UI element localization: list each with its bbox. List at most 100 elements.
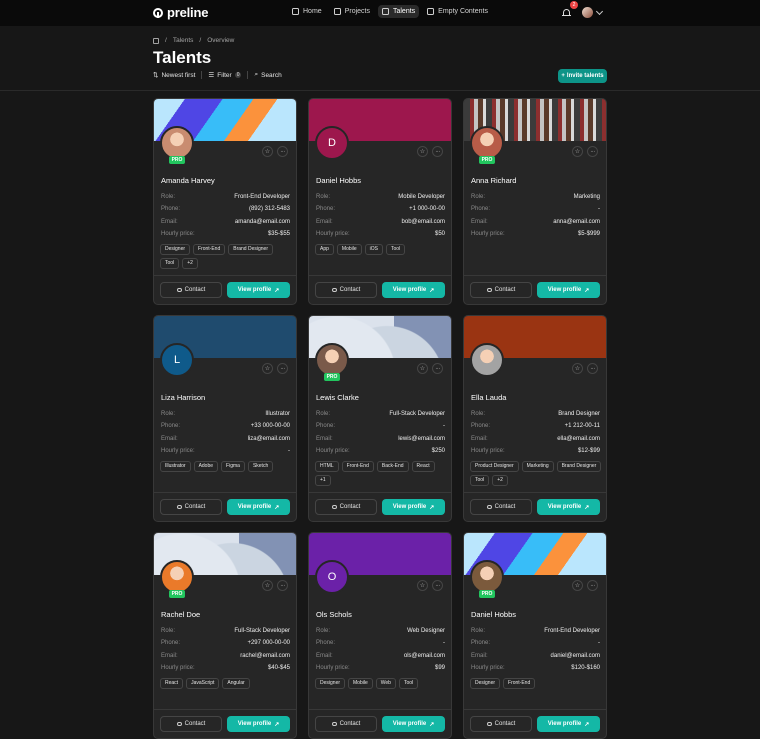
email-value[interactable]: rachel@email.com (240, 650, 290, 662)
star-icon[interactable]: ☆ (572, 146, 583, 157)
contact-button[interactable]: Contact (470, 716, 532, 732)
email-value[interactable]: amanda@email.com (235, 216, 290, 228)
view-profile-button[interactable]: View profile ↗ (537, 716, 600, 732)
email-value[interactable]: lewis@email.com (398, 433, 445, 445)
bell-icon[interactable] (562, 8, 571, 17)
star-icon[interactable]: ☆ (262, 363, 273, 374)
skill-tag[interactable]: Sketch (247, 461, 274, 472)
view-profile-button[interactable]: View profile ↗ (382, 282, 445, 298)
contact-button[interactable]: Contact (160, 716, 222, 732)
more-options-icon[interactable]: ··· (587, 363, 598, 374)
more-options-icon[interactable]: ··· (587, 580, 598, 591)
more-options-icon[interactable]: ··· (587, 146, 598, 157)
skill-tag[interactable]: Front-End (341, 461, 374, 472)
email-value[interactable]: liza@email.com (248, 433, 290, 445)
search-button[interactable]: ⌕ Search (254, 71, 281, 79)
view-profile-button[interactable]: View profile ↗ (227, 716, 290, 732)
view-profile-button[interactable]: View profile ↗ (537, 499, 600, 515)
skill-tag[interactable]: Tool (470, 475, 490, 486)
skill-tag[interactable]: iOS (364, 244, 383, 255)
breadcrumb-talents[interactable]: Talents (173, 37, 194, 44)
home-icon[interactable] (153, 37, 159, 44)
view-profile-button[interactable]: View profile ↗ (537, 282, 600, 298)
skill-tag[interactable]: +2 (492, 475, 508, 486)
skill-tag[interactable]: Designer (160, 244, 191, 255)
phone-row: Phone: +1 000-00-00 (316, 203, 445, 215)
price-label: Hourly price: (316, 447, 350, 454)
email-value[interactable]: anna@email.com (553, 216, 600, 228)
talent-info: Role: Marketing Phone: - Email: anna@email.… (471, 191, 600, 240)
view-profile-button[interactable]: View profile ↗ (227, 282, 290, 298)
invite-talents-button[interactable]: + Invite talents (558, 69, 607, 83)
star-icon[interactable]: ☆ (572, 580, 583, 591)
skill-tag[interactable]: +1 (315, 475, 331, 486)
star-icon[interactable]: ☆ (572, 363, 583, 374)
star-icon[interactable]: ☆ (417, 146, 428, 157)
more-options-icon[interactable]: ··· (277, 363, 288, 374)
nav-projects[interactable]: Projects (330, 5, 374, 18)
brand-logo[interactable]: preline (153, 5, 208, 20)
skill-tag[interactable]: Brand Designer (228, 244, 273, 255)
skill-tag[interactable]: App (315, 244, 334, 255)
star-icon[interactable]: ☆ (262, 146, 273, 157)
sort-button[interactable]: ⇅ Newest first (153, 71, 195, 80)
page-title: Talents (153, 48, 212, 67)
contact-button[interactable]: Contact (160, 499, 222, 515)
price-label: Hourly price: (161, 230, 195, 237)
avatar: D (315, 126, 349, 160)
skill-tag[interactable]: Product Designer (470, 461, 519, 472)
contact-button[interactable]: Contact (470, 282, 532, 298)
skill-tag[interactable]: Tool (385, 244, 406, 255)
role-row: Role: Mobile Developer (316, 191, 445, 203)
star-icon[interactable]: ☆ (262, 580, 273, 591)
skill-tag[interactable]: Front-End (193, 244, 226, 255)
contact-button[interactable]: Contact (470, 499, 532, 515)
skill-tag[interactable]: Illustrator (160, 461, 191, 472)
view-profile-button[interactable]: View profile ↗ (382, 499, 445, 515)
view-profile-button[interactable]: View profile ↗ (227, 499, 290, 515)
more-options-icon[interactable]: ··· (277, 146, 288, 157)
skill-tag[interactable]: Figma (221, 461, 245, 472)
skill-tag[interactable]: Back-End (376, 461, 409, 472)
role-value: Marketing (573, 194, 600, 200)
avatar (160, 126, 194, 160)
chevron-down-icon[interactable] (595, 7, 604, 16)
skill-tag[interactable]: Adobe (193, 461, 219, 472)
email-value[interactable]: ella@email.com (557, 433, 600, 445)
view-profile-button[interactable]: View profile ↗ (382, 716, 445, 732)
contact-button[interactable]: Contact (315, 716, 377, 732)
more-options-icon[interactable]: ··· (432, 146, 443, 157)
email-label: Email: (471, 218, 488, 225)
skill-tag[interactable]: Tool (160, 258, 180, 269)
nav-home[interactable]: Home (288, 5, 326, 18)
skill-tag[interactable]: Brand Designer (556, 461, 602, 472)
pro-badge: PRO (479, 590, 495, 598)
more-options-icon[interactable]: ··· (432, 580, 443, 591)
nav-talents[interactable]: Talents (377, 5, 420, 18)
email-value[interactable]: ols@email.com (404, 650, 445, 662)
plus-icon: + (561, 73, 565, 79)
card-divider (154, 709, 296, 710)
contact-button[interactable]: Contact (315, 499, 377, 515)
more-options-icon[interactable]: ··· (277, 580, 288, 591)
more-options-icon[interactable]: ··· (432, 363, 443, 374)
email-value[interactable]: bob@email.com (402, 216, 445, 228)
star-icon[interactable]: ☆ (417, 363, 428, 374)
price-row: Hourly price: $35-$55 (161, 228, 290, 240)
skill-tag[interactable]: React (411, 461, 435, 472)
contact-button[interactable]: Contact (160, 282, 222, 298)
email-value[interactable]: daniel@email.com (551, 650, 600, 662)
invite-label: Invite talents (566, 73, 604, 79)
skill-tag[interactable]: HTML (315, 461, 339, 472)
filter-button[interactable]: ☰ Filter 0 (208, 71, 242, 79)
skill-tag[interactable]: +2 (182, 258, 198, 269)
contact-button[interactable]: Contact (315, 282, 377, 298)
star-icon[interactable]: ☆ (417, 580, 428, 591)
price-value: $40-$45 (267, 664, 290, 671)
nav-empty-contents[interactable]: Empty Contents (423, 5, 492, 18)
skill-tag[interactable]: Marketing (521, 461, 554, 472)
user-avatar[interactable] (582, 7, 593, 18)
role-row: Role: Front-End Developer (161, 191, 290, 203)
skill-tag[interactable]: Mobile (336, 244, 362, 255)
nav-home-label: Home (303, 8, 322, 15)
